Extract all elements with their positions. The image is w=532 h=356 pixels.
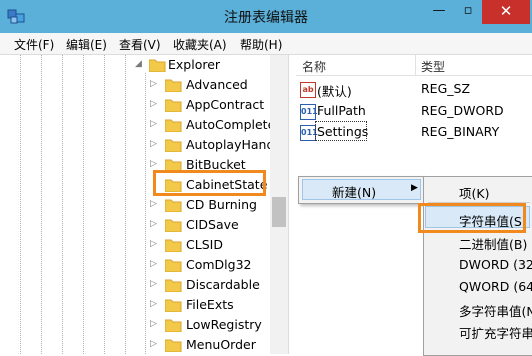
tree-node-fileexts[interactable]: ▷ FileExts xyxy=(150,295,280,315)
folder-icon xyxy=(165,199,182,212)
tree-node-label: CLSID xyxy=(186,237,223,252)
submenu-item-expandable-string[interactable]: 可扩充字符串 xyxy=(459,323,532,342)
close-button[interactable]: ✕ xyxy=(482,0,530,24)
folder-icon xyxy=(165,99,182,112)
submenu-item-binary-value[interactable]: 二进制值(B) xyxy=(459,234,527,253)
binary-value-icon: 011 xyxy=(300,104,318,120)
tree-node-label: Discardable xyxy=(186,277,260,292)
tree-node-comdlg32[interactable]: ▷ ComDlg32 xyxy=(150,255,280,275)
registry-key-tree[interactable]: ◢ Explorer ▷ Advanced ▷ AppContract ▷ Au… xyxy=(0,55,289,354)
folder-icon xyxy=(165,319,182,332)
submenu-item-dword[interactable]: DWORD (32 xyxy=(459,257,532,272)
folder-icon xyxy=(165,339,182,352)
collapsed-arrow-icon[interactable]: ▷ xyxy=(150,79,157,89)
tree-guide-line xyxy=(145,73,146,354)
tree-node-autocomplete[interactable]: ▷ AutoComplete xyxy=(150,115,280,135)
value-type: REG_SZ xyxy=(421,81,471,96)
folder-icon xyxy=(165,219,182,232)
collapsed-arrow-icon[interactable]: ▷ xyxy=(150,119,157,129)
string-value-icon: ab xyxy=(300,82,316,98)
collapsed-arrow-icon[interactable]: ▷ xyxy=(150,319,157,329)
column-separator[interactable] xyxy=(415,55,416,75)
focus-rectangle xyxy=(315,121,367,141)
tree-guide-line xyxy=(41,55,42,354)
tree-node-autoplayhandlers[interactable]: ▷ AutoplayHandl xyxy=(150,135,280,155)
submenu-item-qword[interactable]: QWORD (64 xyxy=(459,279,532,294)
maximize-button[interactable]: ▫ xyxy=(454,0,482,24)
tree-node-label: CIDSave xyxy=(186,217,239,232)
submenu-item-key[interactable]: 项(K) xyxy=(459,183,489,202)
binary-value-icon: 011 xyxy=(300,125,318,141)
tree-node-clsid[interactable]: ▷ CLSID xyxy=(150,235,280,255)
tree-node-label: AutoComplete xyxy=(186,117,276,132)
context-menu-new-label: 新建(N) xyxy=(332,185,377,200)
folder-icon xyxy=(165,279,182,292)
highlight-annotation-box xyxy=(418,203,526,233)
minimize-button[interactable]: — xyxy=(424,0,454,24)
expanded-arrow-icon[interactable]: ◢ xyxy=(135,59,142,69)
pane-splitter[interactable] xyxy=(289,55,295,354)
menu-help[interactable]: 帮助(H) xyxy=(240,36,282,53)
menu-favorites[interactable]: 收藏夹(A) xyxy=(173,36,227,53)
value-row-default[interactable]: ab (默认) REG_SZ xyxy=(296,78,532,100)
tree-guide-line xyxy=(20,55,21,354)
tree-node-label: Advanced xyxy=(186,77,248,92)
tree-node-menuorder[interactable]: ▷ MenuOrder xyxy=(150,335,280,354)
tree-node-label: FileExts xyxy=(186,297,234,312)
column-header-name[interactable]: 名称 xyxy=(302,58,326,75)
tree-guide-line xyxy=(62,55,63,354)
tree-node-label: LowRegistry xyxy=(186,317,262,332)
collapsed-arrow-icon[interactable]: ▷ xyxy=(150,279,157,289)
collapsed-arrow-icon[interactable]: ▷ xyxy=(150,159,157,169)
tree-node-label: ComDlg32 xyxy=(186,257,252,272)
tree-node-lowregistry[interactable]: ▷ LowRegistry xyxy=(150,315,280,335)
tree-node-advanced[interactable]: ▷ Advanced xyxy=(150,75,280,95)
collapsed-arrow-icon[interactable]: ▷ xyxy=(150,239,157,249)
collapsed-arrow-icon[interactable]: ▷ xyxy=(150,139,157,149)
value-row-fullpath[interactable]: 011 FullPath REG_DWORD xyxy=(296,100,532,122)
menu-edit[interactable]: 编辑(E) xyxy=(66,36,107,53)
collapsed-arrow-icon[interactable]: ▷ xyxy=(150,219,157,229)
tree-node-label: AppContract xyxy=(186,97,265,112)
collapsed-arrow-icon[interactable]: ▷ xyxy=(150,99,157,109)
folder-icon xyxy=(165,119,182,132)
submenu-arrow-icon: ▶ xyxy=(411,183,418,193)
tree-node-cidsave[interactable]: ▷ CIDSave xyxy=(150,215,280,235)
collapsed-arrow-icon[interactable]: ▷ xyxy=(150,339,157,349)
tree-node-explorer[interactable]: ◢ Explorer xyxy=(135,55,280,75)
collapsed-arrow-icon[interactable]: ▷ xyxy=(150,299,157,309)
folder-icon xyxy=(165,299,182,312)
column-header-type[interactable]: 类型 xyxy=(421,58,445,75)
selected-key-highlight xyxy=(153,170,266,196)
value-type: REG_DWORD xyxy=(421,103,504,118)
tree-node-label: CD Burning xyxy=(186,197,257,212)
tree-node-label: MenuOrder xyxy=(186,337,256,352)
folder-icon xyxy=(165,239,182,252)
tree-scrollbar-thumb[interactable] xyxy=(272,197,286,227)
menu-file[interactable]: 文件(F) xyxy=(14,36,54,53)
menu-bar: 文件(F) 编辑(E) 查看(V) 收藏夹(A) 帮助(H) xyxy=(0,33,532,55)
submenu-item-multi-string[interactable]: 多字符串值(N xyxy=(459,301,532,320)
tree-node-label: AutoplayHandl xyxy=(186,137,278,152)
folder-open-icon xyxy=(149,59,166,72)
header-divider xyxy=(296,75,532,76)
menu-view[interactable]: 查看(V) xyxy=(119,36,161,53)
tree-node-label: Explorer xyxy=(168,57,221,72)
tree-guide-line xyxy=(83,55,84,354)
collapsed-arrow-icon[interactable]: ▷ xyxy=(150,199,157,209)
folder-icon xyxy=(165,259,182,272)
value-name: FullPath xyxy=(317,103,366,118)
value-type: REG_BINARY xyxy=(421,124,500,139)
tree-node-cd-burning[interactable]: ▷ CD Burning xyxy=(150,195,280,215)
folder-icon xyxy=(165,139,182,152)
value-name: (默认) xyxy=(317,84,352,99)
tree-guide-line xyxy=(104,55,105,354)
collapsed-arrow-icon[interactable]: ▷ xyxy=(150,259,157,269)
folder-icon xyxy=(165,79,182,92)
tree-node-discardable[interactable]: ▷ Discardable xyxy=(150,275,280,295)
tree-guide-line xyxy=(125,55,126,354)
tree-node-appcontract[interactable]: ▷ AppContract xyxy=(150,95,280,115)
